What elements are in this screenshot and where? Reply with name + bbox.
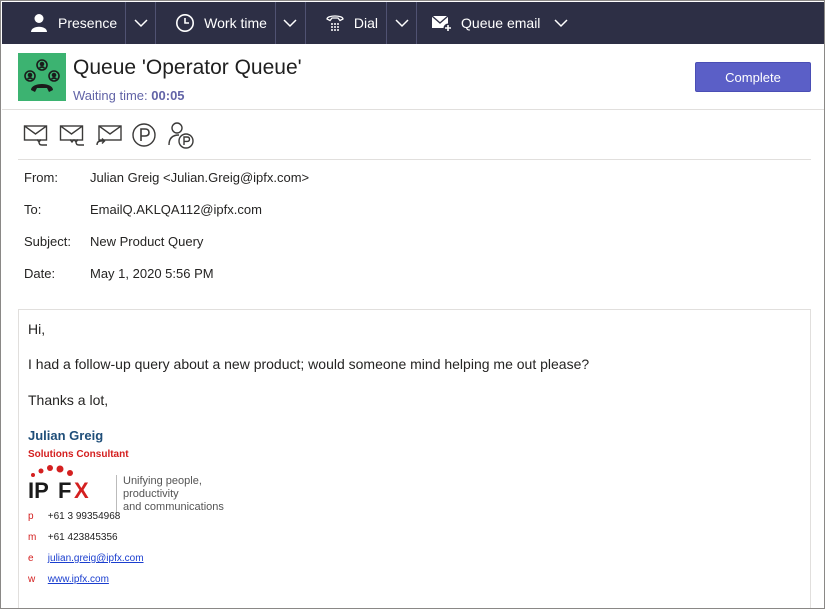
reply-all-button[interactable] — [59, 121, 95, 149]
waiting-time-value: 00:05 — [151, 88, 185, 103]
mobile-row: m +61 423845356 — [28, 532, 118, 543]
tagline-line-2: and communications — [123, 501, 224, 513]
phone-dial-icon — [324, 12, 346, 34]
forward-button[interactable] — [95, 121, 131, 149]
work-time-dropdown[interactable] — [274, 2, 305, 44]
waiting-time: Waiting time: 00:05 — [73, 88, 185, 103]
dial-label: Dial — [353, 15, 379, 31]
email-body[interactable]: Hi, I had a follow-up query about a new … — [18, 309, 811, 608]
logo-tagline: Unifying people, productivity and commun… — [116, 475, 258, 514]
work-time-button[interactable]: Work time — [174, 2, 273, 44]
signature-name: Julian Greig — [28, 428, 104, 443]
body-line-1: I had a follow-up query about a new prod… — [28, 356, 590, 372]
email-row: e julian.greig@ipfx.com — [28, 553, 144, 564]
subject-value: New Product Query — [90, 234, 204, 249]
reply-button[interactable] — [23, 121, 59, 149]
company-logo: IP F X Unifying people, productivity and… — [28, 464, 258, 514]
web-row: w www.ipfx.com — [28, 574, 109, 585]
presence-label: Presence — [58, 15, 118, 31]
signature-title: Solutions Consultant — [28, 449, 129, 460]
work-time-label: Work time — [204, 15, 267, 31]
park-user-icon — [168, 122, 194, 149]
queue-email-label: Queue email — [461, 15, 541, 31]
dial-dropdown[interactable] — [386, 2, 416, 44]
phone-key: p — [28, 511, 34, 522]
logo-x: X — [74, 478, 89, 503]
logo-ip: IP — [28, 478, 49, 503]
chevron-down-icon — [554, 18, 568, 27]
email-link[interactable]: julian.greig@ipfx.com — [48, 553, 144, 564]
email-actions-bar — [23, 121, 203, 149]
park-user-button[interactable] — [167, 121, 203, 149]
chevron-down-icon — [283, 18, 297, 27]
to-value: EmailQ.AKLQA112@ipfx.com — [90, 202, 262, 217]
actions-divider — [18, 159, 811, 160]
date-label: Date: — [24, 266, 56, 281]
body-greeting: Hi, — [28, 321, 46, 337]
page-title: Queue 'Operator Queue' — [73, 56, 302, 79]
park-icon — [132, 123, 156, 147]
body-line-2: Thanks a lot, — [28, 392, 109, 408]
queue-group-icon — [24, 59, 60, 92]
park-button[interactable] — [131, 121, 167, 149]
complete-button[interactable]: Complete — [695, 62, 811, 92]
logo-f: F — [58, 478, 72, 503]
chevron-down-icon — [395, 18, 409, 27]
tagline-line-1: Unifying people, productivity — [123, 475, 202, 500]
clock-icon — [174, 12, 196, 34]
chevron-down-icon — [134, 18, 148, 27]
header-divider — [2, 109, 824, 110]
phone-value: +61 3 99354968 — [47, 511, 121, 522]
web-link[interactable]: www.ipfx.com — [48, 574, 109, 585]
from-label: From: — [24, 170, 58, 185]
reply-icon — [23, 125, 48, 146]
date-value: May 1, 2020 5:56 PM — [90, 266, 214, 281]
presence-dropdown[interactable] — [125, 2, 155, 44]
from-value: Julian Greig <Julian.Greig@ipfx.com> — [90, 170, 310, 185]
phone-row: p +61 3 99354968 — [28, 511, 120, 522]
mobile-key: m — [28, 532, 37, 543]
email-key: e — [28, 553, 34, 564]
mobile-value: +61 423845356 — [47, 532, 118, 543]
queue-email-dropdown[interactable] — [546, 2, 576, 44]
person-icon — [28, 12, 50, 34]
subject-label: Subject: — [24, 234, 71, 249]
queue-avatar — [18, 53, 66, 101]
presence-button[interactable]: Presence — [28, 2, 123, 44]
forward-icon — [96, 125, 122, 146]
to-label: To: — [24, 202, 42, 217]
waiting-time-label: Waiting time: — [73, 88, 148, 103]
app-window: Presence Work time Dial Queue email Queu… — [0, 0, 825, 609]
web-key: w — [28, 574, 36, 585]
top-toolbar: Presence Work time Dial Queue email — [2, 2, 824, 44]
queue-email-button[interactable]: Queue email — [431, 2, 546, 44]
reply-all-icon — [59, 125, 84, 146]
email-add-icon — [431, 12, 453, 34]
dial-button[interactable]: Dial — [324, 2, 384, 44]
